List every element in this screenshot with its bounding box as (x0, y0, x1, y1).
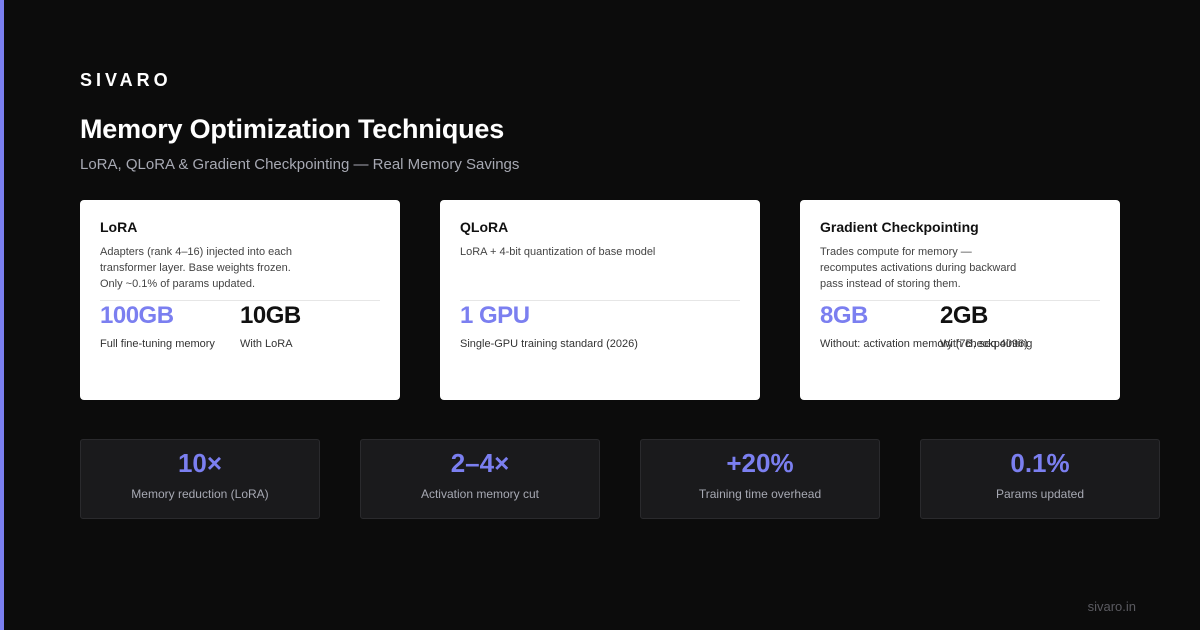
stat-value: 1 GPU (460, 302, 530, 329)
stat-value: 8GB (820, 302, 868, 329)
stat-value: 10GB (240, 302, 301, 329)
metric-label: Params updated (995, 487, 1085, 501)
card-divider (460, 300, 740, 301)
page-subtitle: LoRA, QLoRA & Gradient Checkpointing — R… (80, 156, 520, 173)
card-lora: LoRA Adapters (rank 4–16) injected into … (80, 200, 400, 400)
metric-label: Memory reduction (LoRA) (131, 487, 269, 501)
metric-label: Activation memory cut (420, 487, 540, 501)
card-divider (820, 300, 1100, 301)
stat-with-checkpointing: 2GB With checkpointing (940, 302, 1032, 350)
left-accent-bar (0, 0, 4, 630)
stat-value: 100GB (100, 302, 174, 329)
stat-full-finetune: 100GB Full fine-tuning memory (100, 302, 215, 350)
stat-label: Full fine-tuning memory (100, 338, 215, 350)
stat-single-gpu: 1 GPU Single-GPU training standard (2026… (460, 302, 638, 350)
card-description: Trades compute for memory — recomputes a… (820, 246, 1017, 290)
stat-value: 2GB (940, 302, 988, 329)
stat-without-checkpointing: 8GB Without: activation memory (7B, seq … (820, 302, 1028, 350)
stat-label: Single-GPU training standard (2026) (460, 338, 638, 350)
metric-value: 0.1% (1010, 448, 1070, 478)
footer-url: sivaro.in (1087, 599, 1136, 614)
card-gradient-checkpointing: Gradient Checkpointing Trades compute fo… (800, 200, 1120, 400)
card-title: QLoRA (460, 219, 509, 235)
metric-memory-reduction: 10× Memory reduction (LoRA) (80, 439, 320, 519)
page-title: Memory Optimization Techniques (80, 114, 505, 144)
metric-activation-memory: 2–4× Activation memory cut (360, 439, 600, 519)
card-divider (100, 300, 380, 301)
card-qlora: QLoRA LoRA + 4-bit quantization of base … (440, 200, 760, 400)
metric-label: Training time overhead (698, 487, 822, 501)
stat-label: With LoRA (240, 338, 293, 350)
card-title: Gradient Checkpointing (820, 219, 979, 235)
card-title: LoRA (100, 219, 138, 235)
stat-with-lora: 10GB With LoRA (240, 302, 301, 350)
stat-label: With checkpointing (940, 338, 1033, 350)
metric-value: +20% (726, 448, 794, 478)
metric-training-overhead: +20% Training time overhead (640, 439, 880, 519)
card-description: Adapters (rank 4–16) injected into each … (100, 246, 293, 290)
card-description: LoRA + 4-bit quantization of base model (460, 246, 656, 258)
metric-value: 10× (177, 448, 223, 478)
brand-logo: SIVARO (80, 70, 172, 90)
metric-params-updated: 0.1% Params updated (920, 439, 1160, 519)
metric-value: 2–4× (450, 448, 510, 478)
